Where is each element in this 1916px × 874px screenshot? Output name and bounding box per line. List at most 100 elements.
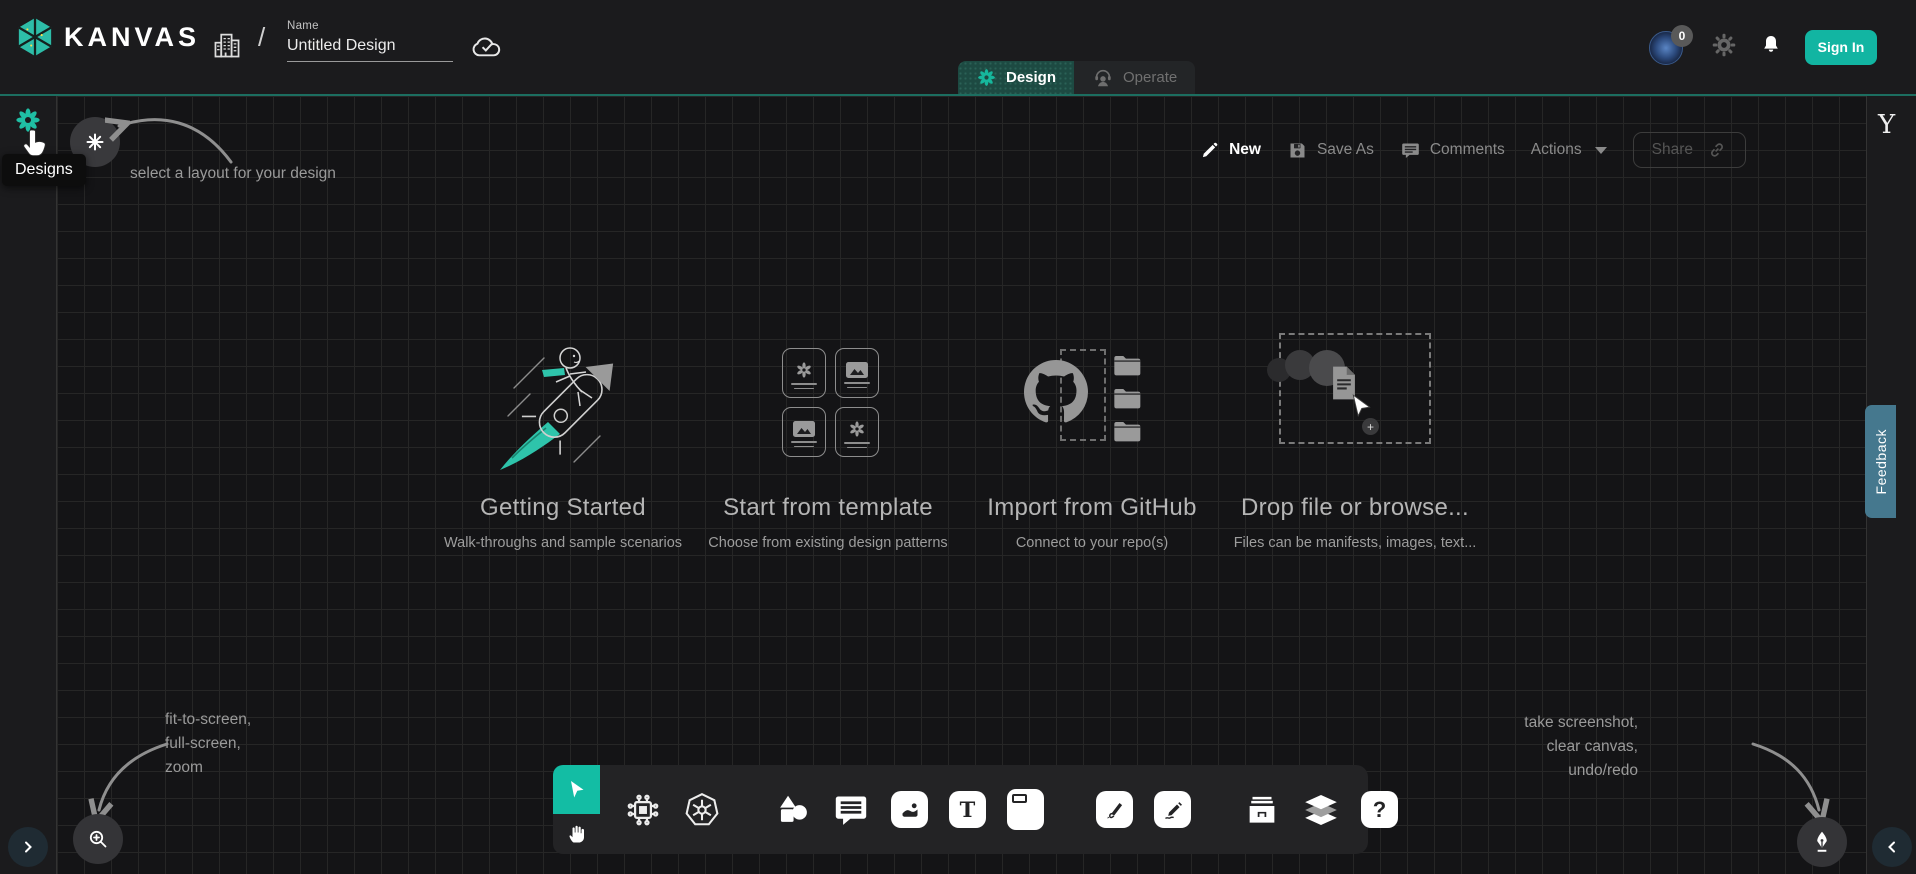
template-tile-flower bbox=[835, 407, 879, 457]
design-canvas[interactable]: New Save As Comments bbox=[57, 96, 1866, 874]
operate-headset-icon bbox=[1092, 67, 1114, 89]
comments-button[interactable]: Comments bbox=[1400, 140, 1505, 161]
tab-operate-label: Operate bbox=[1123, 69, 1177, 86]
card-import-from-github[interactable]: Import from GitHub Connect to your repo(… bbox=[960, 332, 1224, 551]
floppy-save-icon bbox=[1287, 140, 1308, 161]
card-drop-file-browse[interactable]: + Drop file or browse... Files can be ma… bbox=[1223, 332, 1487, 551]
pencil-draw-tool[interactable] bbox=[1154, 790, 1191, 830]
layers-icon bbox=[1302, 791, 1340, 829]
snowflake-icon bbox=[85, 132, 105, 152]
template-tiles-illustration bbox=[696, 332, 960, 484]
kubernetes-tool[interactable] bbox=[683, 790, 721, 830]
card-getting-started[interactable]: Getting Started Walk-throughs and sample… bbox=[431, 332, 695, 551]
layers-tool[interactable] bbox=[1302, 790, 1340, 830]
share-label: Share bbox=[1652, 141, 1693, 159]
zoom-button[interactable] bbox=[73, 814, 123, 864]
user-avatar[interactable]: 0 bbox=[1649, 27, 1689, 67]
designs-panel-button[interactable] bbox=[14, 106, 42, 139]
card-title: Import from GitHub bbox=[960, 494, 1224, 522]
pointer-tool-column bbox=[553, 765, 600, 854]
chevron-left-icon bbox=[1885, 840, 1899, 854]
folder-icon bbox=[1112, 418, 1142, 442]
text-tool[interactable]: T bbox=[949, 790, 986, 830]
circuit-component-icon bbox=[624, 791, 662, 829]
gear-icon bbox=[1711, 32, 1737, 58]
logo-wordmark: KANVAS bbox=[64, 22, 200, 53]
kanvas-app: KANVAS / Name bbox=[0, 0, 1916, 874]
tab-design-label: Design bbox=[1006, 69, 1056, 86]
note-tab bbox=[1012, 794, 1027, 803]
new-design-button[interactable]: New bbox=[1200, 140, 1261, 160]
component-tool[interactable] bbox=[624, 790, 662, 830]
card-subtitle: Connect to your repo(s) bbox=[960, 535, 1224, 551]
mode-tabs: Design Operate bbox=[958, 61, 1195, 94]
expand-left-panel-button[interactable] bbox=[8, 827, 48, 867]
select-cursor-tool[interactable] bbox=[553, 765, 600, 814]
pen-nib-icon bbox=[1809, 829, 1835, 855]
github-illustration bbox=[960, 332, 1224, 484]
link-icon bbox=[1707, 140, 1727, 160]
tab-operate[interactable]: Operate bbox=[1074, 61, 1195, 94]
note-tool[interactable] bbox=[1007, 790, 1044, 830]
screenshot-pen-button[interactable] bbox=[1797, 817, 1847, 867]
card-start-from-template[interactable]: Start from template Choose from existing… bbox=[696, 332, 960, 551]
bell-icon bbox=[1759, 33, 1783, 57]
template-tile-image bbox=[782, 407, 826, 457]
drawer-archive-icon bbox=[1243, 791, 1281, 829]
partner-y-logo: Y bbox=[1878, 110, 1895, 140]
path-separator: / bbox=[258, 22, 265, 53]
pen-tool[interactable] bbox=[1096, 790, 1133, 830]
repo-folders bbox=[1112, 352, 1142, 442]
actions-label: Actions bbox=[1531, 141, 1582, 159]
hint-line: undo/redo bbox=[1524, 759, 1638, 783]
card-subtitle: Walk-throughs and sample scenarios bbox=[431, 535, 695, 551]
hint-line: full-screen, bbox=[165, 732, 251, 756]
folder-icon bbox=[1112, 385, 1142, 409]
actions-dropdown[interactable]: Actions bbox=[1531, 141, 1607, 159]
organization-building-icon[interactable] bbox=[212, 30, 242, 65]
help-chip: ? bbox=[1361, 791, 1398, 828]
canvas-action-bar: New Save As Comments bbox=[1200, 132, 1746, 168]
new-label: New bbox=[1229, 141, 1261, 159]
plus-badge: + bbox=[1362, 418, 1379, 435]
left-sidebar-rail: Designs bbox=[0, 96, 57, 874]
feedback-tab[interactable]: Feedback bbox=[1865, 405, 1896, 518]
comment-tool[interactable] bbox=[832, 790, 870, 830]
save-as-label: Save As bbox=[1317, 141, 1374, 159]
save-as-button[interactable]: Save As bbox=[1287, 140, 1374, 161]
template-tile-flower bbox=[782, 348, 826, 398]
tab-design[interactable]: Design bbox=[958, 61, 1074, 94]
kubernetes-helm-icon bbox=[683, 791, 721, 829]
design-name-input[interactable] bbox=[287, 35, 453, 62]
shapes-tool[interactable] bbox=[773, 790, 811, 830]
card-subtitle: Choose from existing design patterns bbox=[696, 535, 960, 551]
card-subtitle: Files can be manifests, images, text... bbox=[1223, 535, 1487, 551]
tool-dock-bar: T bbox=[600, 765, 1368, 854]
sign-in-button[interactable]: Sign In bbox=[1805, 30, 1877, 65]
kanvas-logo[interactable]: KANVAS bbox=[16, 16, 200, 58]
share-button[interactable]: Share bbox=[1633, 132, 1746, 168]
image-chip bbox=[891, 791, 928, 828]
hint-line: clear canvas, bbox=[1524, 735, 1638, 759]
drawer-tool[interactable] bbox=[1243, 790, 1281, 830]
hint-line: fit-to-screen, bbox=[165, 708, 251, 732]
notification-count-badge: 0 bbox=[1671, 25, 1693, 47]
help-tool[interactable]: ? bbox=[1361, 790, 1398, 830]
header-right-cluster: 0 bbox=[1649, 0, 1877, 94]
design-flower-icon bbox=[976, 67, 997, 88]
hint-line: zoom bbox=[165, 756, 251, 780]
github-octocat-icon bbox=[1024, 360, 1088, 429]
notifications-bell-button[interactable] bbox=[1759, 33, 1783, 62]
magnifier-plus-icon bbox=[86, 827, 110, 851]
feedback-label: Feedback bbox=[1873, 429, 1889, 494]
zoom-hint-arrow bbox=[85, 736, 175, 822]
design-name-label: Name bbox=[287, 20, 453, 32]
designs-tooltip: Designs bbox=[2, 154, 86, 186]
expand-right-panel-button[interactable] bbox=[1872, 827, 1912, 867]
pan-hand-tool[interactable] bbox=[553, 814, 600, 854]
image-tool[interactable] bbox=[891, 790, 928, 830]
cloud-saved-icon bbox=[470, 32, 504, 64]
pen-chip bbox=[1096, 791, 1133, 828]
hint-line: take screenshot, bbox=[1524, 711, 1638, 735]
settings-gear-button[interactable] bbox=[1711, 32, 1737, 63]
